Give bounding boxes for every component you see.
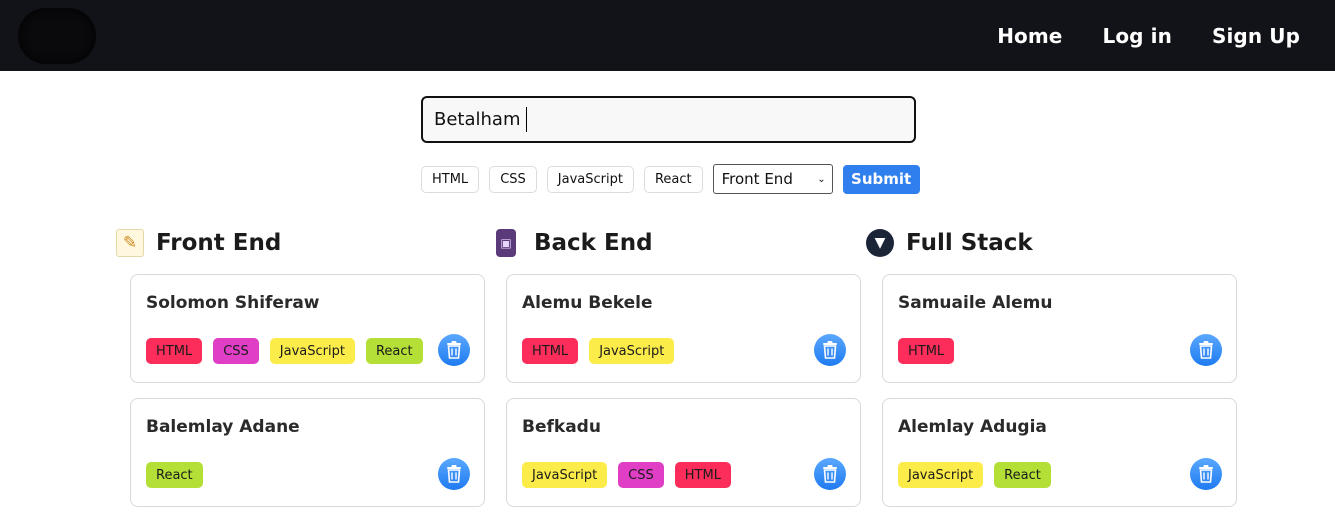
card-name: Alemlay Adugia	[898, 417, 1047, 437]
column-title: Front End	[156, 230, 282, 256]
task-card: Alemlay Adugia JavaScript React	[882, 398, 1237, 507]
tag-chip-html: HTML	[674, 462, 731, 488]
tag-chip-javascript: JavaScript	[269, 338, 355, 364]
nav-link-home[interactable]: Home	[997, 24, 1062, 48]
column-title: Back End	[534, 230, 653, 256]
column-heading: ✎ Front End	[116, 222, 472, 264]
delete-button[interactable]	[814, 334, 846, 366]
tag-button-html[interactable]: HTML	[421, 165, 480, 193]
memo-icon: ✎	[116, 229, 144, 257]
nav-links: Home Log in Sign Up	[997, 0, 1300, 71]
category-select-value: Front End	[721, 170, 793, 188]
card-tags: JavaScript React	[898, 462, 1062, 488]
delete-button[interactable]	[814, 458, 846, 490]
column-heading: ▼ Full Stack	[866, 222, 1222, 264]
tag-chip-javascript: JavaScript	[522, 462, 608, 488]
basket-icon: ▼	[866, 229, 894, 257]
task-card: Solomon Shiferaw HTML CSS JavaScript React	[130, 274, 485, 383]
card-name: Solomon Shiferaw	[146, 293, 320, 313]
column-front-end: ✎ Front End	[116, 222, 472, 264]
tag-chip-css: CSS	[618, 462, 664, 488]
text-caret	[526, 107, 528, 132]
card-tags: React	[146, 462, 214, 488]
tag-chip-javascript: JavaScript	[589, 338, 675, 364]
trash-icon	[446, 341, 462, 359]
tag-chip-react: React	[365, 338, 423, 364]
logo[interactable]	[18, 8, 96, 64]
trash-icon	[1198, 465, 1214, 483]
chevron-down-icon: ⌄	[817, 173, 826, 185]
submit-button[interactable]: Submit	[842, 164, 920, 194]
tag-chip-react: React	[994, 462, 1051, 488]
mobile-phone-icon: ▣	[496, 229, 516, 257]
tag-selector-row: HTML CSS JavaScript React Front End ⌄ Su…	[421, 164, 920, 194]
column-heading: ▣ Back End	[496, 222, 852, 264]
task-card: Balemlay Adane React	[130, 398, 485, 507]
nav-link-login[interactable]: Log in	[1102, 24, 1171, 48]
category-select[interactable]: Front End ⌄	[712, 164, 833, 194]
tag-chip-html: HTML	[898, 338, 955, 364]
nav-link-signup[interactable]: Sign Up	[1212, 24, 1300, 48]
trash-icon	[446, 465, 462, 483]
tag-chip-react: React	[146, 462, 203, 488]
task-card: Samuaile Alemu HTML	[882, 274, 1237, 383]
column-title: Full Stack	[906, 230, 1033, 256]
delete-button[interactable]	[438, 334, 470, 366]
card-name: Befkadu	[522, 417, 601, 437]
navbar: Home Log in Sign Up	[0, 0, 1335, 71]
column-full-stack: ▼ Full Stack	[866, 222, 1222, 264]
tag-button-css[interactable]: CSS	[489, 165, 537, 193]
delete-button[interactable]	[1190, 458, 1222, 490]
trash-icon	[822, 465, 838, 483]
task-input-value: Betalham	[434, 109, 521, 130]
tag-button-javascript[interactable]: JavaScript	[546, 165, 634, 193]
trash-icon	[822, 341, 838, 359]
card-tags: HTML JavaScript	[522, 338, 685, 364]
card-name: Balemlay Adane	[146, 417, 300, 437]
tag-chip-html: HTML	[146, 338, 203, 364]
task-card: Befkadu JavaScript CSS HTML	[506, 398, 861, 507]
card-tags: HTML CSS JavaScript React	[146, 338, 434, 364]
trash-icon	[1198, 341, 1214, 359]
card-name: Alemu Bekele	[522, 293, 653, 313]
task-card: Alemu Bekele HTML JavaScript	[506, 274, 861, 383]
tag-chip-javascript: JavaScript	[898, 462, 984, 488]
tag-chip-html: HTML	[522, 338, 579, 364]
card-tags: HTML	[898, 338, 965, 364]
card-name: Samuaile Alemu	[898, 293, 1053, 313]
tag-chip-css: CSS	[213, 338, 259, 364]
tag-button-react[interactable]: React	[643, 165, 703, 193]
card-tags: JavaScript CSS HTML	[522, 462, 742, 488]
delete-button[interactable]	[1190, 334, 1222, 366]
column-back-end: ▣ Back End	[496, 222, 852, 264]
delete-button[interactable]	[438, 458, 470, 490]
task-input[interactable]: Betalham	[421, 96, 916, 143]
